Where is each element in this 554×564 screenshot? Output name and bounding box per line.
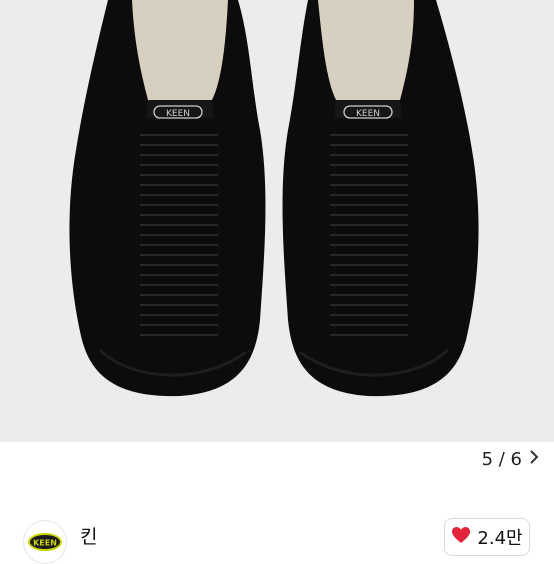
- left-shoe: KEEN: [69, 0, 266, 397]
- right-shoe: KEEN: [282, 0, 479, 397]
- sneakers-illustration: KEEN KEEN: [69, 0, 479, 397]
- right-insole-logo: KEEN: [356, 109, 380, 119]
- brand-name[interactable]: 킨: [80, 522, 97, 549]
- left-insole-logo: KEEN: [166, 109, 190, 119]
- keen-logo-icon: KEEN: [28, 533, 62, 551]
- product-image[interactable]: KEEN KEEN: [0, 0, 554, 442]
- chevron-right-icon[interactable]: [528, 449, 540, 470]
- svg-text:KEEN: KEEN: [33, 539, 57, 548]
- like-button[interactable]: 2.4만: [444, 518, 530, 556]
- image-pager[interactable]: 5 / 6: [482, 442, 540, 476]
- like-count: 2.4만: [477, 528, 523, 549]
- brand-logo[interactable]: KEEN: [23, 520, 67, 564]
- heart-icon: [451, 526, 471, 548]
- pager-counter: 5 / 6: [481, 448, 522, 470]
- brand-row: KEEN 킨 2.4만: [0, 505, 554, 564]
